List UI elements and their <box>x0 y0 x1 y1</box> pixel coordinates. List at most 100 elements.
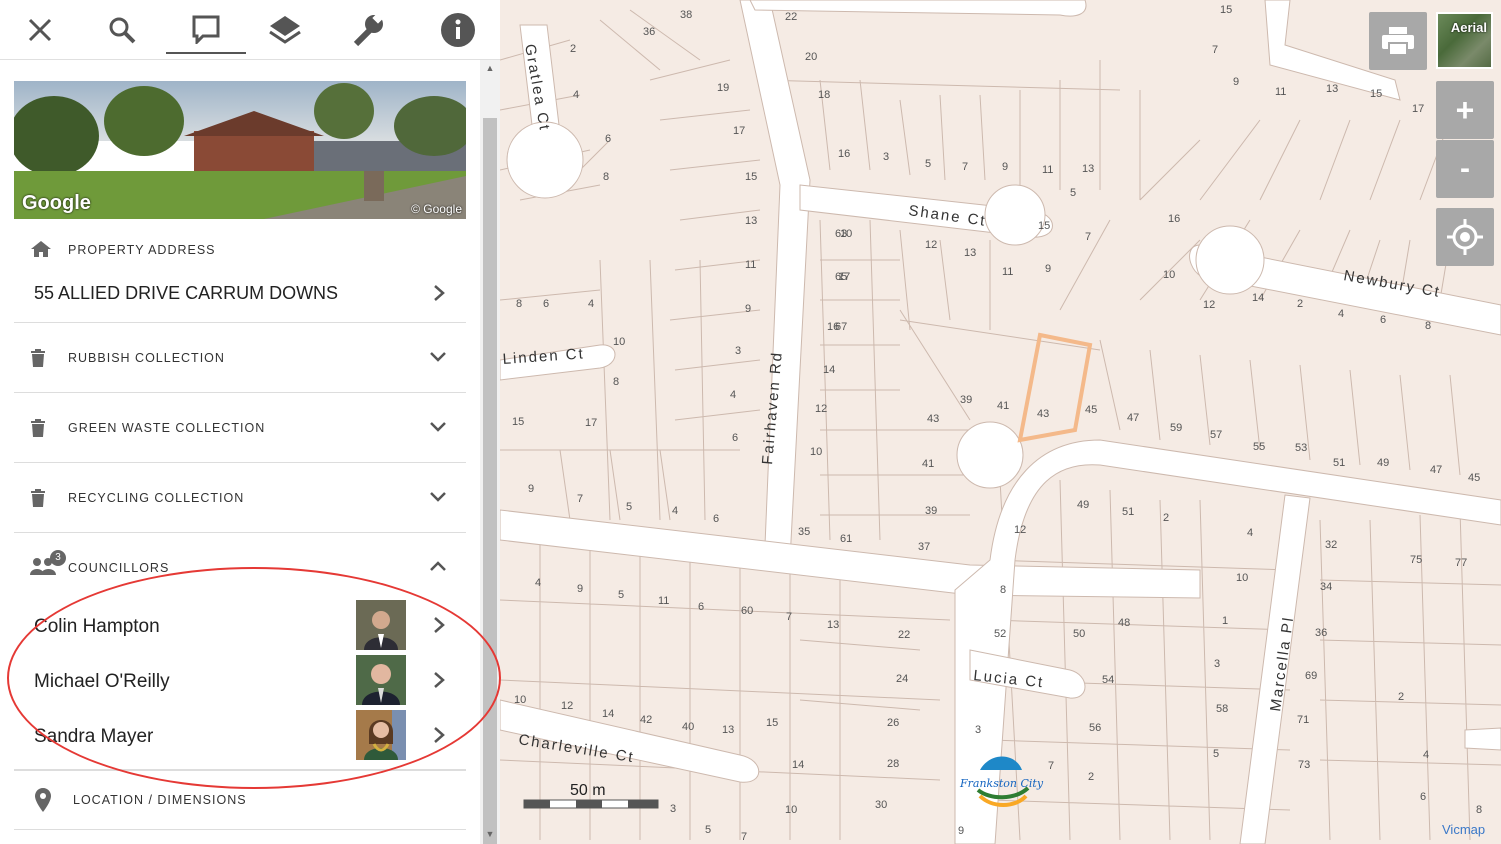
property-address-value: 55 ALLIED DRIVE CARRUM DOWNS <box>34 283 339 303</box>
photo-credit: © Google <box>411 202 462 216</box>
lot-number: 4 <box>672 505 678 517</box>
lot-number: 11 <box>745 259 756 271</box>
lot-number: 13 <box>827 619 839 631</box>
lot-number: 34 <box>1320 581 1332 593</box>
zoom-in-button[interactable]: + <box>1436 81 1494 139</box>
lot-number: 6 <box>698 601 704 613</box>
recycling-collection-heading: RECYCLING COLLECTION <box>68 491 245 505</box>
lot-number: 56 <box>1089 722 1101 734</box>
lot-number: 12 <box>925 239 937 251</box>
lot-number: 19 <box>717 82 729 94</box>
lot-number: 6 <box>1420 791 1426 803</box>
trash-icon <box>31 419 45 437</box>
lot-number: 7 <box>786 611 792 623</box>
home-icon <box>31 241 51 257</box>
lot-number: 9 <box>1045 263 1051 275</box>
google-logo: Google <box>22 192 91 214</box>
lot-number: 9 <box>528 483 534 495</box>
rubbish-collection-section[interactable]: RUBBISH COLLECTION <box>14 323 466 393</box>
location-dimensions-heading: LOCATION / DIMENSIONS <box>73 793 247 807</box>
councillors-heading: COUNCILLORS <box>68 561 170 575</box>
print-button[interactable] <box>1369 12 1427 70</box>
locate-button[interactable] <box>1436 208 1494 266</box>
property-address-link[interactable]: 55 ALLIED DRIVE CARRUM DOWNS <box>14 260 466 320</box>
property-panel: Google © Google PROPERTY ADDRESS 55 ALLI… <box>0 0 500 844</box>
chevron-right-icon <box>434 672 445 688</box>
cul-de-sac-shane <box>984 184 1046 246</box>
scroll-thumb[interactable] <box>483 118 497 844</box>
lot-number: 7 <box>741 831 747 843</box>
cul-de-sac-newbury <box>1195 225 1265 295</box>
details-tab-button[interactable] <box>166 6 246 54</box>
search-icon <box>109 17 136 44</box>
close-button[interactable] <box>10 6 70 54</box>
zoom-out-label: - <box>1460 152 1470 185</box>
councillor-photo <box>356 600 406 650</box>
lot-number: 73 <box>1298 759 1310 771</box>
road-east-stub <box>1464 727 1501 751</box>
scroll-down-arrow[interactable]: ▼ <box>480 826 500 842</box>
map-view[interactable]: Gratlea Ct Shane Ct Newbury Ct Linden Ct… <box>499 0 1501 844</box>
lot-number: 5 <box>925 158 931 170</box>
aerial-toggle-button[interactable]: Aerial <box>1436 12 1493 69</box>
lot-number: 15 <box>512 416 524 428</box>
lot-number: 16 <box>838 148 850 160</box>
lot-number: 30 <box>875 799 887 811</box>
recycling-collection-section[interactable]: RECYCLING COLLECTION <box>14 463 466 533</box>
lot-number: 3 <box>1214 658 1220 670</box>
lot-number: 9 <box>577 583 583 595</box>
lot-number: 14 <box>792 759 804 771</box>
info-button[interactable] <box>428 6 488 54</box>
councillor-row[interactable]: Sandra Mayer <box>14 710 466 765</box>
panel-scroll-area[interactable]: Google © Google PROPERTY ADDRESS 55 ALLI… <box>0 60 480 844</box>
zoom-out-button[interactable]: - <box>1436 140 1494 198</box>
green-waste-collection-section[interactable]: GREEN WASTE COLLECTION <box>14 393 466 463</box>
info-icon <box>441 13 475 47</box>
lot-number: 15 <box>1038 220 1050 232</box>
lot-number: 14 <box>1252 292 1264 304</box>
lot-number: 10 <box>613 336 625 348</box>
councillors-header[interactable]: 3 COUNCILLORS <box>14 533 466 593</box>
map-canvas[interactable]: Gratlea Ct Shane Ct Newbury Ct Linden Ct… <box>499 0 1501 844</box>
cul-de-sac-allied <box>956 421 1024 489</box>
property-address-heading: PROPERTY ADDRESS <box>68 243 216 257</box>
zoom-in-label: + <box>1455 91 1475 128</box>
lot-number: 4 <box>1338 308 1344 320</box>
lot-number: 8 <box>1476 804 1482 816</box>
lot-number: 36 <box>643 26 655 38</box>
tools-button[interactable] <box>338 6 398 54</box>
lot-number: 7 <box>577 493 583 505</box>
aerial-label: Aerial <box>1450 20 1487 35</box>
lot-number: 7 <box>1085 231 1091 243</box>
lot-number: 28 <box>887 758 899 770</box>
lot-number: 13 <box>745 215 757 227</box>
scroll-up-arrow[interactable]: ▲ <box>480 60 500 76</box>
trash-icon <box>31 489 45 507</box>
lot-number: 5 <box>626 501 632 513</box>
lot-number: 15 <box>1220 4 1232 16</box>
lot-number: 43 <box>927 413 939 425</box>
lot-number: 22 <box>898 629 910 641</box>
lot-number: 13 <box>1326 83 1338 95</box>
lot-number: 10 <box>1163 269 1175 281</box>
vicmap-attribution-link[interactable]: Vicmap <box>1442 822 1485 837</box>
lot-number: 67 <box>835 321 847 333</box>
councillor-row[interactable]: Michael O'Reilly <box>14 655 466 710</box>
street-view-photo[interactable]: Google © Google <box>14 81 466 219</box>
chevron-down-icon <box>430 352 446 362</box>
lot-number: 53 <box>1295 442 1307 454</box>
comment-icon <box>192 15 220 44</box>
search-tool-button[interactable] <box>92 6 152 54</box>
lot-number: 63 <box>835 228 847 240</box>
wrench-icon <box>353 12 384 47</box>
panel-scrollbar[interactable]: ▲ ▼ <box>480 60 500 844</box>
lot-number: 54 <box>1102 674 1114 686</box>
lot-number: 4 <box>730 389 736 401</box>
councillor-row[interactable]: Colin Hampton <box>14 600 466 655</box>
layers-tool-button[interactable] <box>255 6 315 54</box>
location-dimensions-section[interactable]: LOCATION / DIMENSIONS <box>14 770 466 830</box>
print-icon <box>1382 27 1414 56</box>
lot-number: 7 <box>962 161 968 173</box>
lot-number: 75 <box>1410 554 1422 566</box>
lot-number: 12 <box>561 700 573 712</box>
